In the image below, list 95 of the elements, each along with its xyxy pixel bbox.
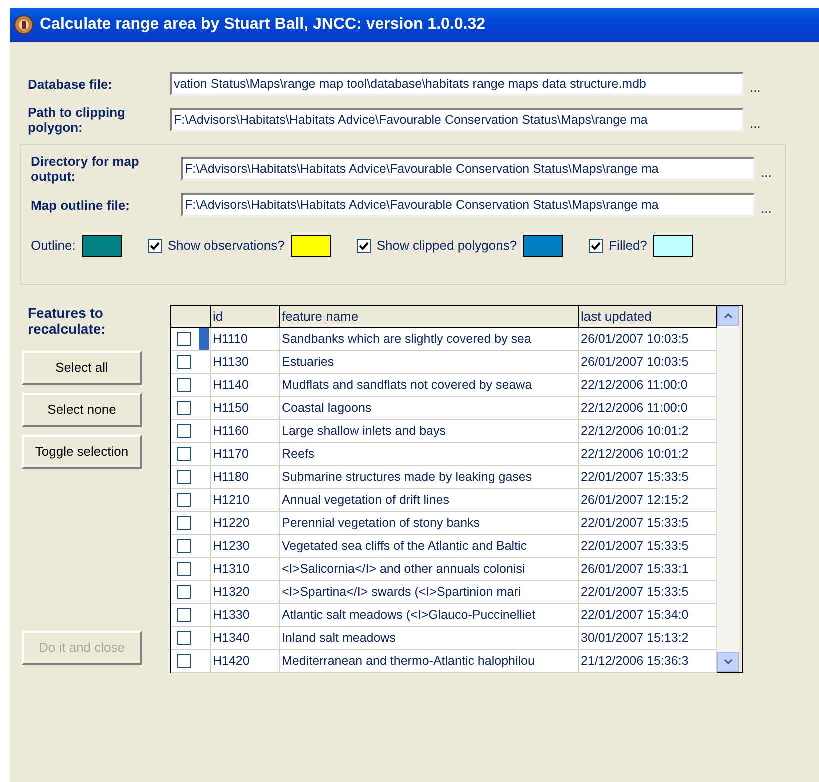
option-label: Show clipped polygons? — [376, 237, 518, 256]
checkbox[interactable] — [177, 355, 191, 369]
color-swatch[interactable] — [290, 235, 331, 257]
table-cell: H1180 — [211, 466, 280, 488]
field-label: Path to clipping polygon: — [28, 105, 126, 135]
color-swatch[interactable] — [82, 235, 122, 257]
table-row[interactable]: H1150 Coastal lagoons 22/12/2006 11:00:0 — [171, 397, 717, 420]
table-cell: Perennial vegetation of stony banks — [280, 512, 579, 534]
table-cell: Sandbanks which are slightly covered by sea — [280, 328, 579, 350]
checkbox[interactable] — [177, 654, 191, 668]
checkbox[interactable] — [177, 424, 191, 438]
checkbox[interactable] — [177, 493, 191, 507]
browse-button[interactable]: ... — [750, 114, 761, 134]
table-cell: Estuaries — [280, 351, 579, 373]
push-button[interactable]: Select all — [22, 351, 142, 385]
color-swatch[interactable] — [653, 235, 694, 257]
checkbox[interactable] — [177, 585, 191, 599]
checkbox[interactable] — [177, 401, 191, 415]
table-cell: Atlantic salt meadows (<I>Glauco-Puccinelliet — [280, 604, 579, 626]
table-cell: H1150 — [211, 397, 280, 419]
table-cell: <I>Spartina</I> swards (<I>Spartinion mari — [280, 581, 579, 603]
table-cell: Coastal lagoons — [280, 397, 579, 419]
table-cell: H1210 — [211, 489, 280, 511]
checkbox[interactable] — [177, 631, 191, 645]
scrollbar[interactable] — [717, 306, 739, 672]
field-label: Map outline file: — [31, 198, 131, 212]
table-cell: H1130 — [211, 351, 280, 373]
table-cell: H1310 — [211, 558, 280, 580]
push-button[interactable]: Toggle selection — [22, 435, 142, 469]
table-cell: <I>Salicornia</I> and other annuals colonisi — [280, 558, 579, 580]
table-cell: Large shallow inlets and bays — [280, 420, 579, 442]
table-row[interactable]: H1320 <I>Spartina</I> swards (<I>Spartinion mari 22/01/2007 15:33:5 — [171, 581, 717, 604]
table-row[interactable]: H1340 Inland salt meadows 30/01/2007 15:13:2 — [171, 627, 717, 650]
row-indicator — [199, 328, 209, 350]
checkbox[interactable] — [148, 239, 162, 253]
table-cell: Submarine structures made by leaking gases — [280, 466, 579, 488]
table-row[interactable]: H1210 Annual vegetation of drift lines 26/01/2007 12:15:2 — [171, 489, 717, 512]
checkbox[interactable] — [589, 239, 604, 253]
table-row[interactable]: H1230 Vegetated sea cliffs of the Atlantic and Baltic 22/01/2007 15:33:5 — [171, 535, 717, 558]
table-cell: H1320 — [211, 581, 280, 603]
checkbox[interactable] — [177, 608, 191, 622]
table-cell: Mudflats and sandflats not covered by seawa — [280, 374, 579, 396]
table-row[interactable]: H1220 Perennial vegetation of stony banks 22/01/2007 15:33:5 — [171, 512, 717, 535]
scroll-down-icon[interactable] — [717, 652, 739, 672]
field-label: Database file: — [28, 76, 114, 92]
option-label: Outline: — [31, 237, 76, 256]
table-row[interactable]: H1180 Submarine structures made by leaking gases 22/01/2007 15:33:5 — [171, 466, 717, 489]
table-cell: H1330 — [211, 604, 280, 626]
section-heading: Features to recalculate: — [28, 305, 107, 337]
table-cell: H1140 — [211, 374, 280, 396]
table-row[interactable]: H1110 Sandbanks which are slightly covered by sea 26/01/2007 10:03:5 — [171, 328, 717, 351]
field-label: Directory for map output: — [31, 154, 140, 184]
path-field[interactable]: F:\Advisors\Habitats\Habitats Advice\Favourable Conservation Status\Maps\range ma — [181, 193, 755, 217]
path-field[interactable]: F:\Advisors\Habitats\Habitats Advice\Favourable Conservation Status\Maps\range ma — [170, 108, 744, 132]
checkbox[interactable] — [177, 332, 191, 346]
table-row[interactable]: H1140 Mudflats and sandflats not covered by seawa 22/12/2006 11:00:0 — [171, 374, 717, 397]
table-cell: H1220 — [211, 512, 280, 534]
table-cell: H1170 — [211, 443, 280, 465]
push-button[interactable]: Select none — [22, 393, 142, 427]
table-cell: Reefs — [280, 443, 579, 465]
checkbox[interactable] — [177, 539, 191, 553]
checkbox[interactable] — [177, 447, 191, 461]
table-row[interactable]: H1420 Mediterranean and thermo-Atlantic halophilou 21/12/2006 15:36:3 — [171, 650, 717, 673]
table-cell: Mediterranean and thermo-Atlantic halophilou — [280, 650, 579, 672]
column-header[interactable]: feature name — [280, 306, 579, 327]
color-swatch[interactable] — [523, 235, 564, 257]
table-cell: H1230 — [211, 535, 280, 557]
browse-button[interactable]: ... — [761, 163, 772, 183]
table-row[interactable]: H1130 Estuaries 26/01/2007 10:03:5 — [171, 351, 717, 374]
browse-button[interactable]: ... — [750, 78, 761, 98]
checkbox[interactable] — [177, 516, 191, 530]
scroll-up-icon[interactable] — [717, 306, 739, 326]
table-row[interactable]: H1160 Large shallow inlets and bays 22/12/2006 10:01:2 — [171, 420, 717, 443]
path-field[interactable]: vation Status\Maps\range map tool\database\habitats range maps data structure.mdb — [170, 72, 744, 96]
checkbox[interactable] — [356, 239, 371, 253]
option-label: Filled? — [609, 237, 648, 256]
checkbox[interactable] — [177, 562, 191, 576]
table-cell: Inland salt meadows — [280, 627, 579, 649]
table-cell: Vegetated sea cliffs of the Atlantic and Baltic — [280, 535, 579, 557]
browse-button[interactable]: ... — [761, 199, 772, 219]
window-title: Calculate range area by Stuart Ball, JNCC: version 1.0.0.32 — [40, 15, 486, 35]
option-label: Show observations? — [168, 237, 285, 256]
table-row[interactable]: H1310 <I>Salicornia</I> and other annuals colonisi 26/01/2007 15:33:1 — [171, 558, 717, 581]
checkbox[interactable] — [177, 378, 191, 392]
path-field[interactable]: F:\Advisors\Habitats\Habitats Advice\Favourable Conservation Status\Maps\range ma — [181, 157, 755, 181]
table-cell: H1160 — [211, 420, 280, 442]
table-cell: H1110 — [211, 328, 280, 350]
table-cell: H1340 — [211, 627, 280, 649]
app-icon — [14, 15, 34, 35]
table-row[interactable]: H1330 Atlantic salt meadows (<I>Glauco-Puccinelliet 22/01/2007 15:34:0 — [171, 604, 717, 627]
table-row[interactable]: H1170 Reefs 22/12/2006 10:01:2 — [171, 443, 717, 466]
table-cell: Annual vegetation of drift lines — [280, 489, 579, 511]
column-header[interactable]: id — [211, 306, 280, 327]
table-cell: H1420 — [211, 650, 280, 672]
checkbox[interactable] — [177, 470, 191, 484]
